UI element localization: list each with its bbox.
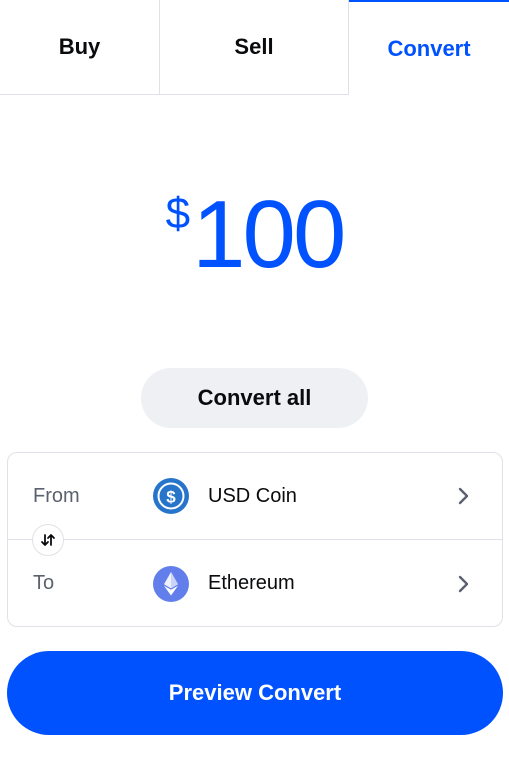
convert-all-button[interactable]: Convert all bbox=[141, 368, 368, 428]
amount-display[interactable]: $ 100 bbox=[0, 185, 509, 285]
ethereum-icon bbox=[153, 565, 189, 602]
from-asset-row[interactable]: From $ USD Coin bbox=[8, 453, 502, 540]
tab-buy[interactable]: Buy bbox=[0, 0, 160, 95]
from-asset-name: USD Coin bbox=[208, 484, 297, 507]
chevron-right-icon bbox=[458, 487, 469, 505]
svg-text:$: $ bbox=[166, 488, 176, 507]
usdc-icon: $ bbox=[153, 478, 189, 514]
tab-convert[interactable]: Convert bbox=[349, 0, 509, 95]
chevron-right-icon bbox=[458, 575, 469, 592]
currency-symbol: $ bbox=[165, 189, 191, 238]
from-label: From bbox=[33, 484, 80, 507]
preview-convert-button[interactable]: Preview Convert bbox=[7, 651, 503, 735]
to-label: To bbox=[33, 572, 55, 594]
amount-value: 100 bbox=[192, 181, 346, 288]
trade-tabs: Buy Sell Convert bbox=[0, 0, 509, 95]
asset-selector-card: From $ USD Coin To Ethereum bbox=[7, 452, 503, 627]
tab-sell[interactable]: Sell bbox=[160, 0, 349, 95]
to-asset-row[interactable]: To Ethereum bbox=[8, 540, 502, 627]
to-asset-name: Ethereum bbox=[208, 572, 295, 594]
swap-icon[interactable] bbox=[32, 524, 64, 556]
